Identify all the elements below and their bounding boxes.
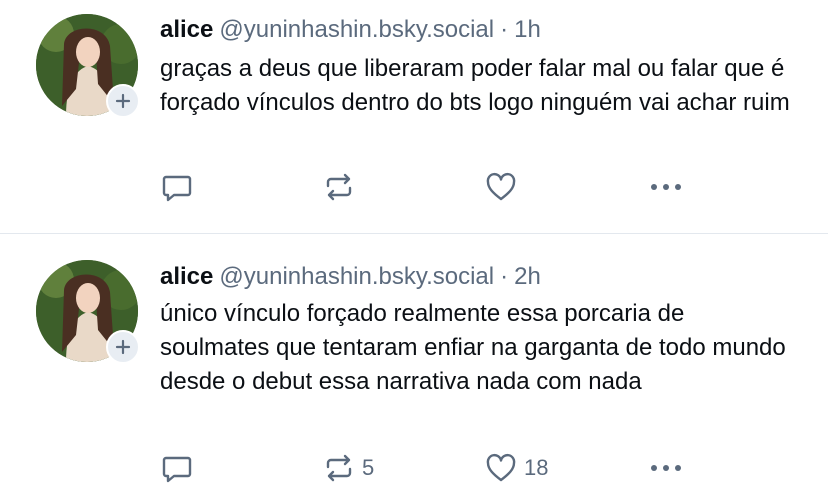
repost-arrows-icon	[326, 454, 352, 482]
post-text: único vínculo forçado realmente essa por…	[160, 300, 786, 395]
follow-button[interactable]	[106, 330, 140, 364]
post-header: alice @yuninhashin.bsky.social · 1h	[160, 16, 541, 44]
follow-button[interactable]	[106, 84, 140, 118]
ellipsis-icon	[651, 465, 681, 471]
reply-button[interactable]	[160, 450, 200, 486]
more-options-button[interactable]	[648, 169, 684, 205]
like-button[interactable]: 18	[484, 450, 548, 486]
speech-bubble-icon	[162, 175, 192, 202]
repost-button[interactable]	[322, 169, 362, 205]
repost-arrows-icon	[326, 173, 352, 201]
post-actions	[160, 169, 700, 205]
post-2[interactable]: alice @yuninhashin.bsky.social · 2h único v…	[0, 234, 828, 496]
author-name[interactable]: alice	[160, 263, 213, 290]
post-time[interactable]: 2h	[514, 263, 541, 290]
like-button[interactable]	[484, 169, 524, 205]
post-1[interactable]: alice @yuninhashin.bsky.social · 1h graças …	[0, 0, 828, 232]
plus-icon	[115, 339, 131, 355]
heart-icon	[486, 453, 516, 482]
plus-icon	[115, 93, 131, 109]
author-handle[interactable]: @yuninhashin.bsky.social	[219, 16, 494, 43]
author-handle[interactable]: @yuninhashin.bsky.social	[219, 263, 494, 290]
reply-button[interactable]	[160, 169, 200, 205]
repost-count: 5	[362, 455, 375, 480]
author-name[interactable]: alice	[160, 16, 213, 43]
ellipsis-icon	[651, 184, 681, 190]
post-header: alice @yuninhashin.bsky.social · 2h	[160, 263, 541, 291]
speech-bubble-icon	[162, 456, 192, 483]
repost-button[interactable]: 5	[322, 450, 374, 486]
heart-icon	[486, 172, 516, 201]
more-options-button[interactable]	[648, 450, 684, 486]
post-time[interactable]: 1h	[514, 16, 541, 43]
separator-dot: ·	[500, 263, 509, 290]
separator-dot: ·	[500, 16, 509, 43]
post-text: graças a deus que liberaram poder falar …	[160, 55, 790, 116]
like-count: 18	[524, 455, 549, 480]
post-actions: 5 18	[160, 450, 700, 486]
